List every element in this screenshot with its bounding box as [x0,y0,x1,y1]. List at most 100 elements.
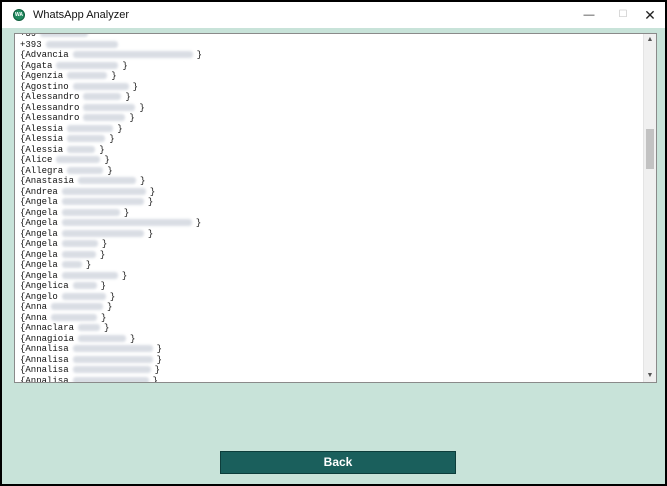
contact-list-item[interactable]: {Agostino} [20,82,640,93]
contact-list-item[interactable]: {Angela} [20,271,640,282]
contact-name: {Agenzia [20,71,64,81]
contact-name: {Angela [20,249,58,260]
redacted-text [61,198,144,206]
redacted-text [83,114,126,122]
redacted-text [72,355,153,363]
scroll-down-arrow-icon[interactable]: ▼ [644,370,656,382]
contact-name: +39 [20,33,37,39]
closing-brace: } [147,197,154,207]
redacted-text [67,124,114,132]
scrollbar-thumb[interactable] [646,129,654,169]
closing-brace: } [130,333,136,344]
close-button[interactable]: ✕ [630,2,667,28]
closing-brace: } [147,228,154,239]
contact-list-item[interactable]: {Allegra} [20,166,640,177]
contact-list-item[interactable]: {Angela} [20,197,640,208]
contact-name: {Alessandro [20,113,80,123]
contact-list-item[interactable]: {Advancia} [20,50,640,61]
contact-name: {Andrea [20,186,58,197]
closing-brace: } [140,176,146,186]
redacted-text [72,376,149,382]
redacted-text [78,177,137,185]
contact-list-item[interactable]: {Andrea} [20,187,640,198]
redacted-text [61,187,146,195]
contact-name: {Agostino [20,81,69,92]
app-window: WA WhatsApp Analyzer — ☐ ✕ +39 +393 {Advan… [0,0,667,486]
closing-brace: } [156,344,163,354]
contact-list-item[interactable]: {Anna} [20,302,640,313]
closing-brace: } [99,144,105,155]
contact-list-item[interactable]: {Alessandro} [20,113,640,124]
contact-list-item[interactable]: {Agenzia} [20,71,640,82]
contact-name: {Anastasia [20,176,75,186]
window-title: WhatsApp Analyzer [33,9,129,21]
contact-list-item[interactable]: {Annagioia} [20,334,640,345]
closing-brace: } [111,71,117,81]
closing-brace: } [121,270,128,281]
contact-list-item[interactable]: {Alessia} [20,134,640,145]
contact-list-item[interactable]: {Alessia} [20,124,640,135]
redacted-text [67,166,104,174]
contact-list-item[interactable]: {Annalisa} [20,355,640,366]
closing-brace: } [196,50,203,60]
redacted-text [78,324,101,332]
contact-name: {Alessandro [20,92,80,102]
title-bar: WA WhatsApp Analyzer — ☐ ✕ [2,2,665,28]
redacted-text [72,345,153,353]
contact-list-item[interactable]: {Anastasia} [20,176,640,187]
vertical-scrollbar[interactable]: ▲ ▼ [643,34,656,382]
contact-name: {Alessandro [20,102,80,113]
contact-list-item[interactable]: {Alessia} [20,145,640,156]
redacted-text [61,208,120,216]
closing-brace: } [104,155,110,165]
contact-list-item[interactable]: {Alice} [20,155,640,166]
contact-name: {Annaclara [20,323,75,333]
contact-name: {Alessia [20,134,64,144]
redacted-text [67,145,96,153]
contact-list-item[interactable]: {Angelo} [20,292,640,303]
closing-brace: } [156,354,163,365]
closing-brace: } [104,323,110,333]
contact-list-item[interactable]: {Annalisa} [20,376,640,382]
contact-name: {Allegra [20,165,64,176]
closing-brace: } [107,302,113,312]
closing-brace: } [154,365,161,375]
contact-list-item[interactable]: {Angela} [20,218,640,229]
contact-name: {Alessia [20,123,64,134]
contact-list-item[interactable]: {Alessandro} [20,103,640,114]
redacted-text [45,40,118,48]
contact-list-item[interactable]: {Annalisa} [20,344,640,355]
redacted-text [56,61,119,69]
contact-list-item[interactable]: {Annaclara} [20,323,640,334]
closing-brace: } [85,260,92,270]
contact-list-item[interactable]: +393 [20,40,640,51]
closing-brace: } [109,134,115,144]
contact-list-item[interactable]: {Annalisa} [20,365,640,376]
closing-brace: } [117,123,123,134]
contact-list-item[interactable]: {Anna} [20,313,640,324]
contact-list-item[interactable]: {Angela} [20,260,640,271]
redacted-text [61,219,192,227]
contact-list-item[interactable]: {Angela} [20,208,640,219]
contact-name: {Angela [20,260,58,270]
contact-name: {Angela [20,228,58,239]
contacts-list[interactable]: +39 +393 {Advancia} {Agata} {Agenzia} {Agosti… [20,33,640,382]
contact-list-item[interactable]: {Angela} [20,239,640,250]
contact-list-item[interactable]: {Angela} [20,229,640,240]
back-button[interactable]: Back [220,451,456,474]
contact-list-item[interactable]: {Alessandro} [20,92,640,103]
contact-name: {Anna [20,312,48,323]
scroll-up-arrow-icon[interactable]: ▲ [644,34,656,46]
contact-name: {Annalisa [20,344,69,354]
closing-brace: } [195,218,202,228]
contact-name: {Annalisa [20,354,69,365]
closing-brace: } [100,281,107,291]
contact-name: {Angela [20,218,58,228]
contact-list-item[interactable]: {Agata} [20,61,640,72]
contact-list-item[interactable]: {Angela} [20,250,640,261]
closing-brace: } [109,291,116,302]
contacts-list-panel[interactable]: +39 +393 {Advancia} {Agata} {Agenzia} {Agosti… [14,33,657,383]
contact-list-item[interactable]: {Angelica} [20,281,640,292]
contact-name: {Angela [20,239,58,249]
contact-name: {Alice [20,155,53,165]
